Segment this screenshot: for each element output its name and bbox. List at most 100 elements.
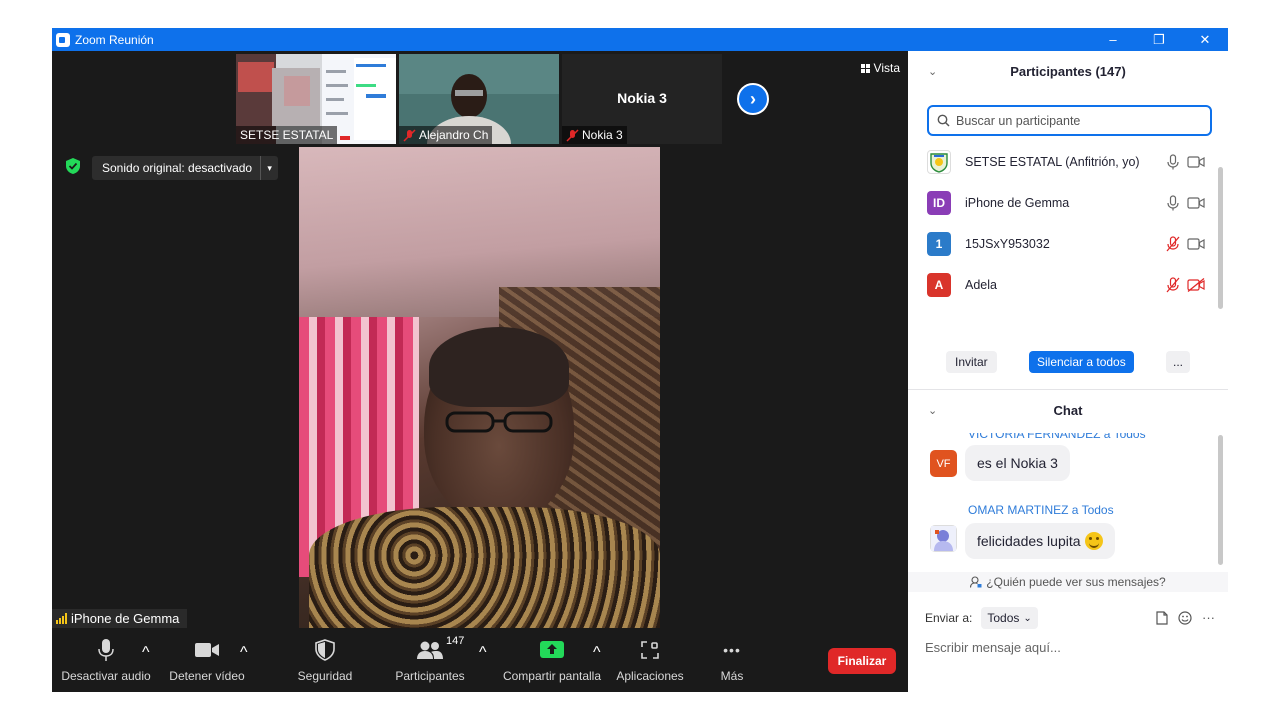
muted-mic-icon (566, 128, 579, 142)
more-dots-icon: ••• (723, 641, 741, 658)
microphone-icon (98, 638, 114, 661)
microphone-icon[interactable] (1166, 194, 1180, 211)
apps-button[interactable]: Aplicaciones (614, 628, 686, 692)
meeting-toolbar: Desactivar audio ^ Detener vídeo ^ Segur… (52, 628, 908, 692)
more-dots-icon[interactable]: ··· (1202, 610, 1215, 625)
chat-messages: VICTORIA FERNANDEZ a Todos VF es el Noki… (908, 433, 1220, 570)
panel-divider (908, 389, 1228, 390)
avatar: VF (930, 450, 957, 477)
avatar (930, 525, 957, 552)
original-sound-label: Sonido original: desactivado (102, 161, 253, 175)
zoom-app-icon (56, 32, 70, 47)
video-off-icon[interactable] (1187, 277, 1205, 292)
thumbnail-strip: SETSE ESTATAL Alejandro Ch Nokia 3 Nokia… (52, 51, 908, 145)
mute-all-button[interactable]: Silenciar a todos (1029, 351, 1134, 373)
microphone-icon[interactable] (1166, 153, 1180, 170)
thumbnail-nokia-3[interactable]: Nokia 3 Nokia 3 (562, 54, 722, 144)
thumbnail-alejandro[interactable]: Alejandro Ch (399, 54, 559, 144)
video-camera-icon[interactable] (1187, 237, 1205, 251)
avatar: ID (927, 190, 951, 215)
participant-row[interactable]: SETSE ESTATAL (Anfitrión, yo) (908, 141, 1218, 182)
participant-row[interactable]: 1 15JSxY953032 (908, 223, 1218, 264)
send-to-row: Enviar a: Todos ⌄ ··· (925, 607, 1215, 629)
participants-actions: Invitar Silenciar a todos ... (908, 351, 1228, 375)
window-title: Zoom Reunión (75, 32, 154, 47)
participant-search-input[interactable] (956, 113, 1196, 128)
video-camera-icon (195, 642, 219, 657)
send-to-label: Enviar a: (925, 611, 973, 625)
video-camera-icon[interactable] (1187, 155, 1205, 169)
window-controls: – ❐ ✕ (1090, 28, 1228, 51)
message-bubble: felicidades lupita (965, 523, 1115, 559)
apps-icon (641, 640, 659, 659)
chat-tools: ··· (1156, 610, 1215, 625)
chat-title: Chat (1053, 402, 1083, 418)
muted-mic-icon[interactable] (1166, 235, 1180, 252)
signal-strength-icon (56, 613, 67, 624)
video-options-caret[interactable]: ^ (240, 644, 248, 662)
shield-icon (315, 638, 335, 661)
mute-audio-button[interactable]: Desactivar audio (61, 628, 151, 692)
video-camera-icon[interactable] (1187, 196, 1205, 210)
message-visibility-link[interactable]: ¿Quién puede ver sus mensajes? (908, 572, 1228, 592)
chat-message-input[interactable] (925, 637, 1215, 657)
thumbnail-setse-estatal[interactable]: SETSE ESTATAL (236, 54, 396, 144)
avatar: A (927, 272, 951, 297)
participants-scrollbar[interactable] (1218, 167, 1223, 309)
video-stage: SETSE ESTATAL Alejandro Ch Nokia 3 Nokia… (52, 51, 908, 692)
participant-list: SETSE ESTATAL (Anfitrión, yo) ID iPhone … (908, 141, 1218, 311)
organization-logo-icon (930, 152, 948, 173)
participants-options-caret[interactable]: ^ (479, 644, 487, 662)
side-panel: ⌄ Participantes (147) SETSE ESTATAL (Anf… (908, 51, 1228, 692)
muted-mic-icon (403, 128, 416, 142)
participants-title: Participantes (147) (1010, 63, 1126, 79)
close-button[interactable]: ✕ (1182, 28, 1228, 51)
chevron-down-icon: ⌄ (1023, 612, 1032, 624)
thumbnail-label: Nokia 3 (562, 126, 627, 144)
encryption-shield-icon[interactable] (66, 158, 80, 174)
participants-icon (417, 641, 443, 659)
chat-scrollbar[interactable] (1218, 435, 1223, 565)
next-page-arrow[interactable]: › (737, 83, 769, 115)
stop-video-button[interactable]: Detener vídeo (166, 628, 248, 692)
original-sound-toggle[interactable]: Sonido original: desactivado ▾ (92, 156, 279, 180)
share-screen-icon (540, 640, 564, 658)
audio-options-caret[interactable]: ^ (142, 644, 150, 662)
search-icon (937, 114, 950, 127)
grid-view-icon (860, 63, 870, 73)
participant-row[interactable]: A Adela (908, 264, 1218, 305)
muted-mic-icon[interactable] (1166, 276, 1180, 293)
participant-search[interactable] (927, 105, 1212, 136)
invite-button[interactable]: Invitar (946, 351, 997, 373)
security-button[interactable]: Seguridad (290, 628, 360, 692)
message-sender[interactable]: VICTORIA FERNANDEZ a Todos (968, 433, 1146, 441)
share-screen-button[interactable]: Compartir pantalla (500, 628, 604, 692)
zoom-window: Zoom Reunión – ❐ ✕ SETSE ESTATAL Alejand… (52, 28, 1228, 692)
send-to-select[interactable]: Todos ⌄ (981, 607, 1038, 629)
share-options-caret[interactable]: ^ (593, 644, 601, 662)
avatar: 1 (927, 231, 951, 256)
restore-button[interactable]: ❐ (1136, 28, 1182, 51)
active-speaker-label: iPhone de Gemma (52, 609, 188, 628)
message-bubble: es el Nokia 3 (965, 445, 1070, 481)
avatar (927, 149, 951, 174)
thumbnail-label: SETSE ESTATAL (236, 126, 338, 144)
minimize-button[interactable]: – (1090, 28, 1136, 51)
chevron-down-icon[interactable]: ▾ (260, 156, 278, 180)
more-button[interactable]: ••• Más (712, 628, 752, 692)
active-speaker-video (299, 147, 660, 628)
view-button[interactable]: Vista (860, 61, 900, 75)
participants-count-badge: 147 (446, 634, 465, 647)
user-avatar-image (931, 526, 956, 551)
participant-row[interactable]: ID iPhone de Gemma (908, 182, 1218, 223)
end-meeting-button[interactable]: Finalizar (828, 648, 896, 674)
message-sender[interactable]: OMAR MARTINEZ a Todos (968, 503, 1114, 517)
user-lock-icon (970, 576, 982, 588)
more-options-button[interactable]: ... (1166, 351, 1190, 373)
participant-name-tile: Nokia 3 (617, 90, 667, 106)
emoji-icon[interactable] (1178, 610, 1192, 625)
title-bar: Zoom Reunión – ❐ ✕ (52, 28, 1228, 51)
participants-button[interactable]: 147 Participantes (392, 628, 468, 692)
file-icon[interactable] (1156, 610, 1168, 625)
smiling-face-icon (1084, 532, 1103, 550)
